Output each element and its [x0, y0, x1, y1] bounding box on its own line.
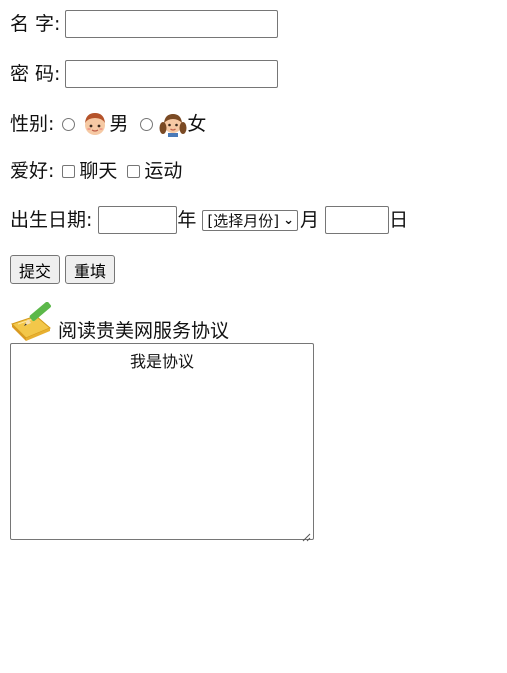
agreement-title: 阅读贵美网服务协议 — [58, 320, 230, 342]
gender-male-radio[interactable] — [62, 117, 76, 131]
birthdate-label: 出生日期: — [10, 208, 93, 231]
hobby-chat-checkbox[interactable] — [62, 165, 76, 178]
birth-month-select[interactable]: [选择月份] ⌄ — [202, 209, 299, 231]
hobby-sport-label: 运动 — [144, 160, 183, 182]
gender-female-label: 女 — [187, 112, 207, 135]
birth-month-select-value: [选择月份] — [207, 211, 280, 230]
day-unit-label: 日 — [389, 208, 409, 231]
gender-label: 性别: — [10, 112, 55, 135]
boy-avatar-icon — [81, 110, 109, 138]
month-unit-label: 月 — [300, 208, 320, 231]
birth-day-input[interactable] — [325, 206, 390, 234]
hobby-label: 爱好: — [10, 160, 55, 182]
reset-button[interactable]: 重填 — [65, 255, 116, 284]
hobby-row: 爱好: 聊天 运动 — [10, 162, 182, 181]
name-label: 名 字: — [10, 12, 61, 35]
pencil-notepad-icon — [10, 301, 54, 342]
girl-avatar-icon — [159, 110, 187, 138]
birth-year-input[interactable] — [98, 206, 178, 234]
chevron-down-icon: ⌄ — [283, 212, 295, 228]
hobby-sport-checkbox[interactable] — [127, 165, 141, 178]
name-row: 名 字: — [10, 10, 279, 38]
agreement-textarea[interactable]: 我是协议 — [10, 343, 314, 542]
resize-grip-icon[interactable] — [301, 527, 311, 542]
birthdate-row: 出生日期: 年 [选择月份] ⌄ 月 日 — [10, 206, 408, 234]
name-input[interactable] — [65, 10, 279, 38]
year-unit-label: 年 — [177, 208, 197, 231]
hobby-chat-label: 聊天 — [79, 160, 118, 182]
agreement-text: 我是协议 — [129, 352, 194, 371]
gender-female-radio[interactable] — [140, 117, 154, 131]
password-input[interactable] — [65, 60, 279, 88]
submit-button[interactable]: 提交 — [10, 255, 61, 284]
buttons-row: 提交 重填 — [10, 255, 116, 284]
agreement-header: 阅读贵美网服务协议 — [10, 301, 230, 342]
password-label: 密 码: — [10, 62, 61, 85]
gender-male-label: 男 — [109, 112, 129, 135]
gender-row: 性别: 男 女 — [10, 110, 206, 138]
password-row: 密 码: — [10, 60, 279, 88]
